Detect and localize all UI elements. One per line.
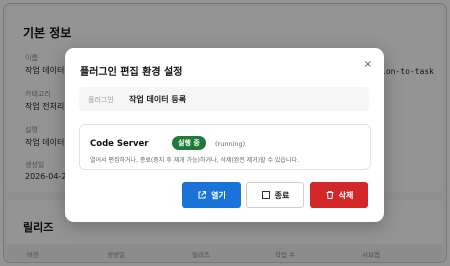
delete-button[interactable]: 삭제 — [310, 182, 368, 208]
external-link-icon — [198, 190, 207, 199]
plugin-env-modal: 플러그인 편집 환경 설정 × 플러그인 작업 데이터 등록 Code Serv… — [65, 48, 384, 222]
status-text: (running) — [215, 140, 246, 148]
plugin-name: 작업 데이터 등록 — [129, 95, 187, 104]
plugin-info: 플러그인 작업 데이터 등록 — [79, 87, 369, 111]
status-badge: 실행 중 — [172, 136, 206, 150]
close-icon[interactable]: × — [364, 59, 372, 70]
plugin-label: 플러그인 — [88, 96, 114, 104]
server-description: 열어서 편집하거나, 종료(중지 후 재개 가능)하거나, 삭제(완전 제거)할… — [90, 157, 299, 164]
code-server-panel: Code Server 실행 중 (running) 열어서 편집하거나, 종료… — [79, 124, 371, 170]
trash-icon — [326, 191, 334, 199]
stop-button[interactable]: 종료 — [246, 182, 304, 208]
open-button-label: 열기 — [211, 190, 226, 200]
modal-title: 플러그인 편집 환경 설정 — [80, 67, 183, 78]
delete-button-label: 삭제 — [338, 190, 354, 200]
server-name: Code Server — [90, 139, 149, 149]
square-stop-icon — [261, 191, 270, 199]
stop-button-label: 종료 — [274, 190, 290, 200]
open-button[interactable]: 열기 — [182, 182, 241, 208]
